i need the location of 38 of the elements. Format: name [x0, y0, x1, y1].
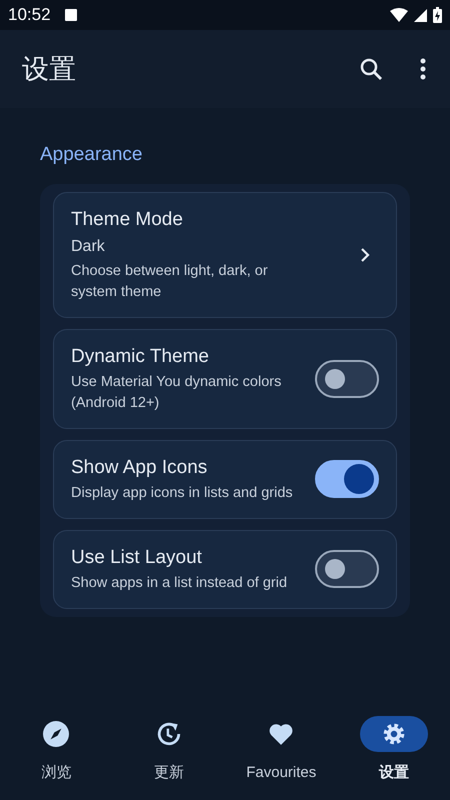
search-icon[interactable] [360, 58, 382, 80]
section-title: Appearance [40, 143, 144, 167]
history-icon [156, 721, 182, 747]
nav-item[interactable]: 浏览 [0, 700, 112, 800]
setting-card[interactable]: Theme Mode Dark Choose between light, dark, or system theme [53, 192, 397, 318]
toggle-switch[interactable] [315, 360, 379, 398]
chevron-icon [360, 246, 370, 262]
setting-title: Show App Icons [71, 456, 208, 480]
app-title: 设置 [22, 52, 76, 86]
signal-icon [414, 8, 427, 22]
compass-icon [43, 721, 70, 747]
setting-title: Theme Mode [71, 208, 184, 232]
setting-description: Show apps in a list instead of grid [71, 574, 288, 592]
toggle-switch[interactable] [315, 550, 379, 588]
toggle-switch[interactable] [315, 460, 379, 498]
setting-value: Dark [71, 236, 106, 256]
settings-icon [380, 721, 407, 747]
nav-label: Favourites [246, 763, 316, 783]
setting-card[interactable]: Dynamic Theme Use Material You dynamic colors (Android 12+) [53, 328, 397, 428]
nav-item[interactable]: 更新 [112, 700, 225, 800]
heart-icon [268, 721, 294, 747]
nav-label: 更新 [154, 763, 184, 783]
notification-icon [64, 9, 77, 21]
setting-description: Choose between light, dark, or system theme [71, 262, 269, 302]
setting-title: Use List Layout [71, 546, 203, 570]
wifi-icon [390, 8, 408, 22]
setting-title: Dynamic Theme [71, 344, 210, 368]
status-time: 10:52 [8, 4, 51, 26]
nav-item[interactable]: Favourites [225, 700, 338, 800]
nav-label: 设置 [378, 763, 409, 783]
setting-card[interactable]: Use List Layout Show apps in a list instead of grid [53, 530, 397, 608]
nav-label: 浏览 [41, 763, 72, 783]
setting-description: Use Material You dynamic colors (Android 12+) [71, 372, 282, 412]
setting-description: Display app icons in lists and grids [71, 484, 294, 502]
setting-card[interactable]: Show App Icons Display app icons in lists and grids [53, 440, 397, 518]
battery-icon [433, 7, 442, 23]
nav-item[interactable]: 设置 [338, 700, 450, 800]
more-icon[interactable] [420, 58, 426, 80]
